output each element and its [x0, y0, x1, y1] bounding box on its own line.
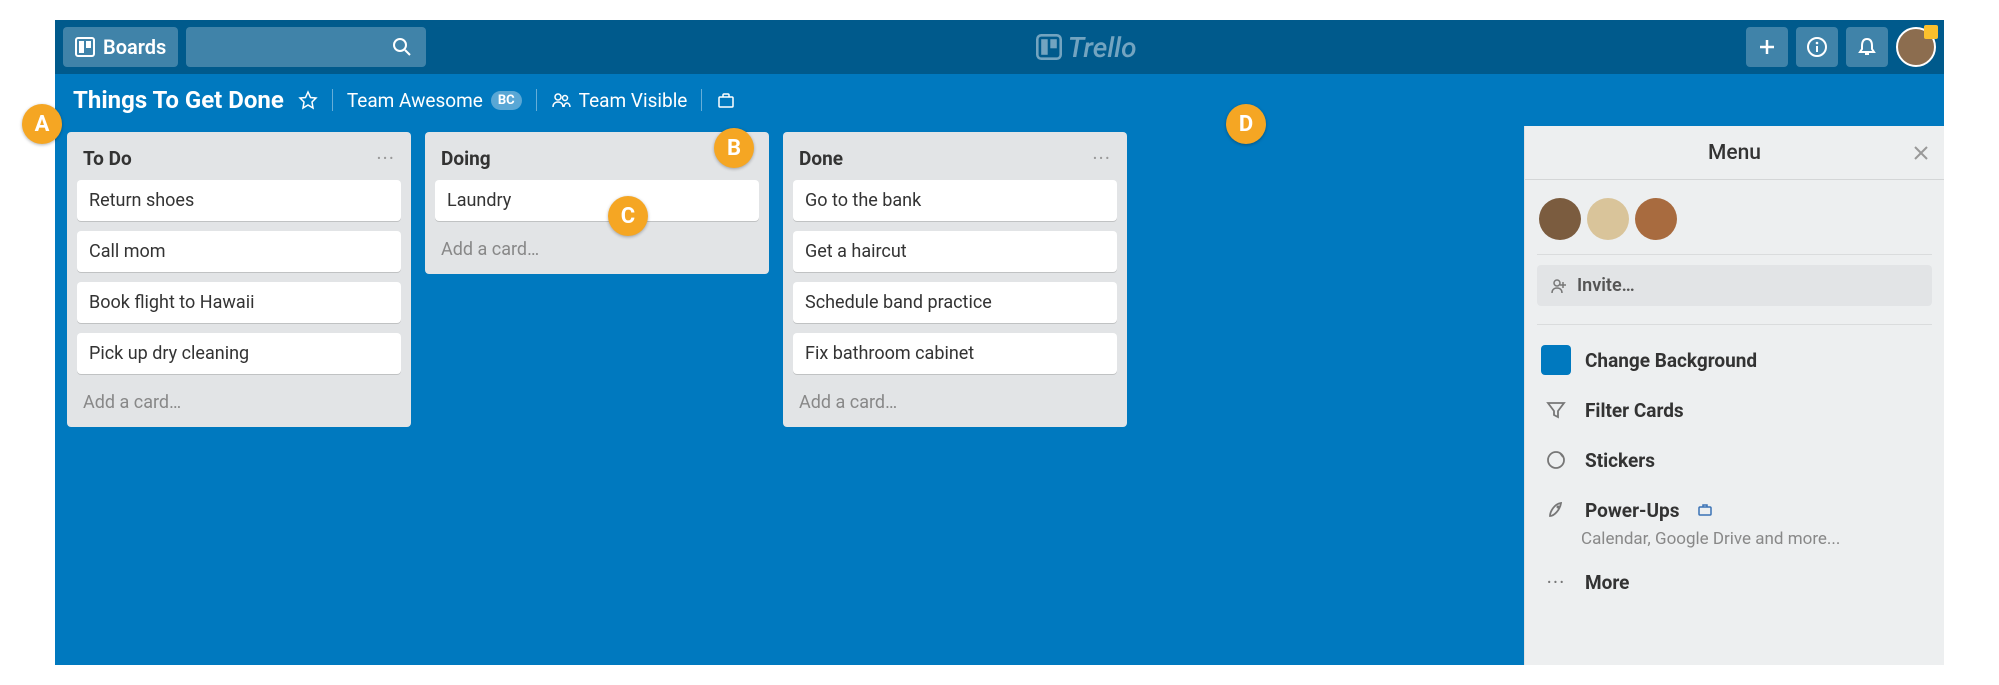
- card[interactable]: Call mom: [77, 231, 401, 272]
- search-icon: [392, 37, 412, 57]
- main-area: To Do ··· Return shoes Call mom Book fli…: [55, 126, 1944, 665]
- card[interactable]: Fix bathroom cabinet: [793, 333, 1117, 374]
- card[interactable]: Book flight to Hawaii: [77, 282, 401, 323]
- star-icon[interactable]: [298, 90, 318, 110]
- members-row: [1537, 192, 1932, 255]
- lists-container: To Do ··· Return shoes Call mom Book fli…: [55, 126, 1524, 665]
- powerups-subtitle: Calendar, Google Drive and more...: [1537, 529, 1932, 549]
- visibility-label: Team Visible: [579, 89, 688, 112]
- menu-item-label: Change Background: [1585, 349, 1757, 372]
- board-title[interactable]: Things To Get Done: [73, 86, 284, 114]
- menu-item-label: Power-Ups: [1585, 499, 1679, 522]
- team-name: Team Awesome: [347, 89, 483, 112]
- separator: [701, 89, 702, 111]
- team-badge: BC: [491, 91, 522, 110]
- card[interactable]: Get a haircut: [793, 231, 1117, 272]
- menu-item-filter-cards[interactable]: Filter Cards: [1537, 385, 1932, 435]
- search-input[interactable]: [186, 27, 426, 67]
- menu-body: Invite… Change Background Filter Cards: [1525, 180, 1944, 619]
- create-button[interactable]: [1746, 27, 1788, 67]
- list-header: To Do ···: [77, 142, 401, 180]
- menu-item-label: Filter Cards: [1585, 399, 1684, 422]
- visibility-selector[interactable]: Team Visible: [551, 89, 688, 112]
- list-title[interactable]: To Do: [83, 147, 132, 170]
- invite-label: Invite…: [1577, 275, 1635, 296]
- briefcase-small-icon: [1697, 502, 1713, 518]
- logo-text: Trello: [1068, 31, 1137, 64]
- member-avatar[interactable]: [1539, 198, 1581, 240]
- sticker-icon: [1541, 445, 1571, 475]
- list-header: Doing ···: [435, 142, 759, 180]
- separator: [332, 89, 333, 111]
- member-avatar[interactable]: [1635, 198, 1677, 240]
- list-header: Done ···: [793, 142, 1117, 180]
- trello-logo-icon: [1036, 34, 1062, 60]
- rocket-icon: [1541, 495, 1571, 525]
- add-person-icon: [1549, 277, 1567, 295]
- close-icon: [1912, 144, 1930, 162]
- annotation-b: B: [714, 128, 754, 168]
- card[interactable]: Pick up dry cleaning: [77, 333, 401, 374]
- menu-item-stickers[interactable]: Stickers: [1537, 435, 1932, 485]
- list-menu-button[interactable]: ···: [1092, 146, 1111, 170]
- board-menu-panel: Menu Invite… Change B: [1524, 126, 1944, 665]
- card[interactable]: Laundry: [435, 180, 759, 221]
- info-icon: [1806, 36, 1828, 58]
- people-icon: [551, 90, 571, 110]
- list-todo: To Do ··· Return shoes Call mom Book fli…: [67, 132, 411, 427]
- add-card-button[interactable]: Add a card…: [77, 384, 401, 417]
- card[interactable]: Return shoes: [77, 180, 401, 221]
- annotation-c: C: [608, 196, 648, 236]
- menu-item-more[interactable]: ··· More: [1537, 557, 1932, 607]
- board-icon: [75, 37, 95, 57]
- add-card-button[interactable]: Add a card…: [793, 384, 1117, 417]
- close-menu-button[interactable]: [1912, 144, 1930, 162]
- app-window: Boards Trello Things To Get Done Team Aw…: [55, 20, 1944, 665]
- list-title[interactable]: Doing: [441, 147, 491, 170]
- menu-item-change-background[interactable]: Change Background: [1537, 335, 1932, 385]
- user-avatar[interactable]: [1896, 27, 1936, 67]
- card[interactable]: Schedule band practice: [793, 282, 1117, 323]
- menu-item-label: Stickers: [1585, 449, 1655, 472]
- notifications-button[interactable]: [1846, 27, 1888, 67]
- plus-icon: [1757, 37, 1777, 57]
- invite-button[interactable]: Invite…: [1537, 265, 1932, 306]
- board-actions[interactable]: [716, 90, 736, 110]
- info-button[interactable]: [1796, 27, 1838, 67]
- logo[interactable]: Trello: [434, 31, 1738, 64]
- list-menu-button[interactable]: ···: [376, 146, 395, 170]
- menu-title: Menu: [1708, 141, 1761, 165]
- background-swatch-icon: [1541, 345, 1571, 375]
- list-title[interactable]: Done: [799, 147, 843, 170]
- bell-icon: [1856, 36, 1878, 58]
- card[interactable]: Go to the bank: [793, 180, 1117, 221]
- more-icon: ···: [1541, 567, 1571, 597]
- boards-label: Boards: [103, 35, 166, 59]
- filter-icon: [1541, 395, 1571, 425]
- menu-item-powerups[interactable]: Power-Ups: [1537, 485, 1932, 535]
- separator: [536, 89, 537, 111]
- member-avatar[interactable]: [1587, 198, 1629, 240]
- menu-item-label: More: [1585, 571, 1629, 594]
- briefcase-icon: [716, 90, 736, 110]
- annotation-a: A: [22, 104, 62, 144]
- add-card-button[interactable]: Add a card…: [435, 231, 759, 264]
- team-selector[interactable]: Team Awesome BC: [347, 89, 522, 112]
- board-header: Things To Get Done Team Awesome BC Team …: [55, 74, 1944, 126]
- top-bar: Boards Trello: [55, 20, 1944, 74]
- list-done: Done ··· Go to the bank Get a haircut Sc…: [783, 132, 1127, 427]
- boards-button[interactable]: Boards: [63, 27, 178, 67]
- menu-header: Menu: [1525, 126, 1944, 180]
- annotation-d: D: [1226, 104, 1266, 144]
